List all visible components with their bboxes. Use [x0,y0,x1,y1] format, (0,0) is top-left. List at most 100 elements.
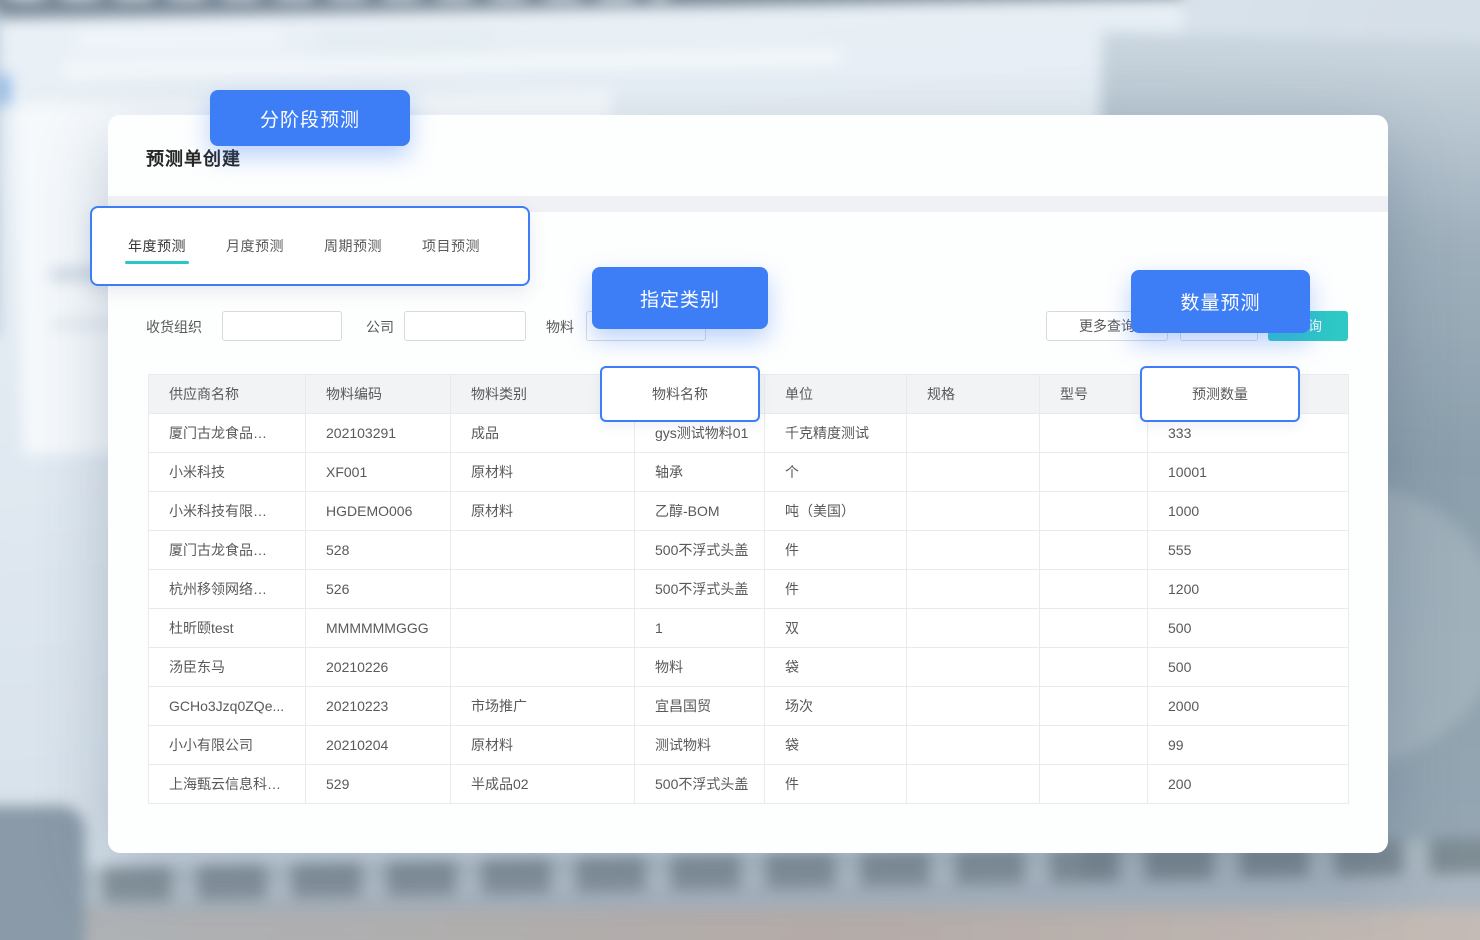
table-cell: MMMMMMGGG [306,609,451,648]
table-cell [1040,687,1148,726]
table-cell: 乙醇-BOM [635,492,765,531]
column-header: 规格 [907,375,1040,414]
table-cell [907,765,1040,804]
table-cell: 小小有限公司 [149,726,306,765]
table-cell: 20210223 [306,687,451,726]
table-cell: 小米科技 [149,453,306,492]
forecast-table: 供应商名称物料编码物料类别物料名称单位规格型号预测数量 厦门古龙食品…20210… [148,374,1349,804]
table-cell [451,648,635,687]
table-cell: 小米科技有限… [149,492,306,531]
table-cell: 200 [1148,765,1349,804]
table-cell: 轴承 [635,453,765,492]
table-cell: 10001 [1148,453,1349,492]
table-cell [907,531,1040,570]
table-cell: 500不浮式头盖 [635,765,765,804]
receiving-org-label: 收货组织 [146,317,202,337]
table-cell [451,570,635,609]
table-cell: 原材料 [451,492,635,531]
table-cell [907,609,1040,648]
table-cell: 500 [1148,609,1349,648]
table-cell: XF001 [306,453,451,492]
table-cell: 袋 [765,648,907,687]
table-row[interactable]: 汤臣东马20210226 物料袋 500 [149,648,1349,687]
tab-项目预测[interactable]: 项目预测 [422,208,480,284]
table-cell [907,492,1040,531]
table-cell [907,414,1040,453]
table-cell [1040,492,1148,531]
table-cell: 500 [1148,648,1349,687]
table-cell: 原材料 [451,453,635,492]
table-cell: HGDEMO006 [306,492,451,531]
table-cell: 市场推广 [451,687,635,726]
table-cell [1040,570,1148,609]
tab-group-highlight: 年度预测月度预测周期预测项目预测 [90,206,530,286]
table-cell [907,726,1040,765]
table-row[interactable]: 小米科技有限…HGDEMO006原材料乙醇-BOM吨（美国） 1000 [149,492,1349,531]
table-cell: 上海甄云信息科… [149,765,306,804]
table-cell: 吨（美国） [765,492,907,531]
table-cell: 件 [765,765,907,804]
table-row[interactable]: GCHo3Jzq0ZQe...20210223市场推广宜昌国贸场次2000 [149,687,1349,726]
quantity-forecast-badge: 数量预测 [1131,270,1310,333]
table-body: 厦门古龙食品…202103291成品gys测试物料01千克精度测试333小米科技… [149,414,1349,804]
table-cell: 厦门古龙食品… [149,531,306,570]
table-cell: 测试物料 [635,726,765,765]
table-cell [451,609,635,648]
screen: 预测单创建 收货组织 公司 物料 更多查询 查询 供应商名称物料编码物料类别物料… [0,0,1480,940]
table-row[interactable]: 小小有限公司20210204原材料测试物料袋99 [149,726,1349,765]
specify-category-badge: 指定类别 [592,267,768,329]
table-cell: 555 [1148,531,1349,570]
table-cell: 528 [306,531,451,570]
table-cell: 物料 [635,648,765,687]
table-row[interactable]: 杭州移领网络…526500不浮式头盖件1200 [149,570,1349,609]
table-row[interactable]: 厦门古龙食品…528 500不浮式头盖件 555 [149,531,1349,570]
table-cell [1040,531,1148,570]
table-cell: 99 [1148,726,1349,765]
table-cell [907,648,1040,687]
company-input[interactable] [404,311,526,341]
tab-月度预测[interactable]: 月度预测 [226,208,284,284]
table-cell [1040,453,1148,492]
table-cell: 件 [765,531,907,570]
table-cell: 526 [306,570,451,609]
table-cell: 汤臣东马 [149,648,306,687]
table-cell: 529 [306,765,451,804]
table-cell: 袋 [765,726,907,765]
table-cell: 宜昌国贸 [635,687,765,726]
tab-年度预测[interactable]: 年度预测 [128,208,186,284]
table-cell: 202103291 [306,414,451,453]
table-cell [1040,726,1148,765]
table-cell: 20210226 [306,648,451,687]
table-cell: 件 [765,570,907,609]
page-title: 预测单创建 [146,145,241,171]
table-cell [1040,648,1148,687]
column-header: 物料编码 [306,375,451,414]
table-row[interactable]: 杜昕颐testMMMMMMGGG1双500 [149,609,1349,648]
table-cell [1040,765,1148,804]
table-cell [907,453,1040,492]
table-cell: 500不浮式头盖 [635,531,765,570]
receiving-org-input[interactable] [222,311,342,341]
table-row[interactable]: 上海甄云信息科…529半成品02500不浮式头盖件 200 [149,765,1349,804]
table-cell: 1000 [1148,492,1349,531]
table-cell: 千克精度测试 [765,414,907,453]
material-label: 物料 [546,317,574,337]
table-cell [1040,414,1148,453]
table-cell: GCHo3Jzq0ZQe... [149,687,306,726]
staged-forecast-badge: 分阶段预测 [210,90,410,146]
table-cell: 半成品02 [451,765,635,804]
table-cell: 场次 [765,687,907,726]
table-row[interactable]: 小米科技XF001原材料轴承个 10001 [149,453,1349,492]
table-cell: 个 [765,453,907,492]
table-cell [451,531,635,570]
table-cell [907,687,1040,726]
table-cell: 双 [765,609,907,648]
tab-周期预测[interactable]: 周期预测 [324,208,382,284]
table-cell: 1 [635,609,765,648]
company-label: 公司 [366,317,394,337]
table-cell: 500不浮式头盖 [635,570,765,609]
table-cell [1040,609,1148,648]
table-cell: 1200 [1148,570,1349,609]
table-cell: 原材料 [451,726,635,765]
column-header: 单位 [765,375,907,414]
